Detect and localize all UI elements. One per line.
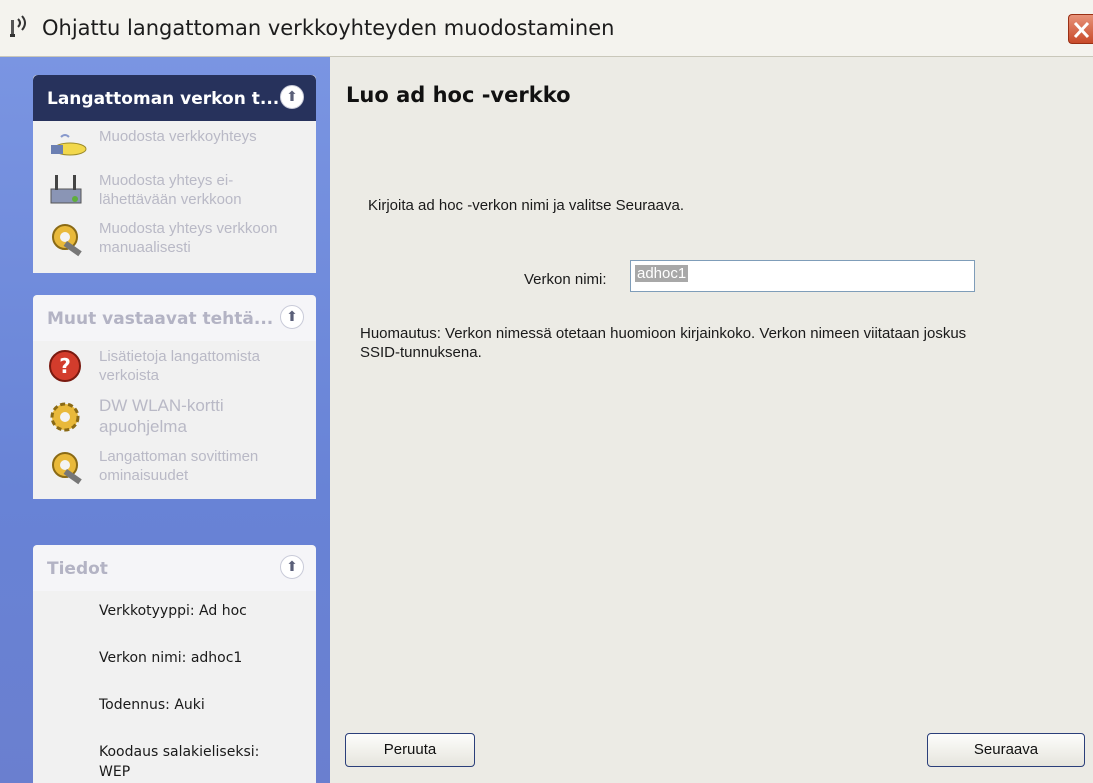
task-connect-manually[interactable]: Muodosta yhteys verkkoon manuaalisesti xyxy=(33,213,316,261)
chevron-up-icon[interactable]: ⬆ xyxy=(280,555,304,579)
task-wireless-help[interactable]: ? Lisätietoja langattomista verkoista xyxy=(33,341,316,389)
network-name-value: adhoc1 xyxy=(635,265,689,282)
detail-authentication: Todennus: Auki xyxy=(99,697,205,713)
title-bar: Ohjattu langattoman verkkoyhteyden muodo… xyxy=(0,0,1093,57)
gear-icon xyxy=(50,402,80,432)
detail-network-type: Verkkotyyppi: Ad hoc xyxy=(99,603,247,619)
task-connect-network[interactable]: Muodosta verkkoyhteys xyxy=(33,121,316,165)
task-sidebar: Langattoman verkon t... ⬆ Muodosta verkk… xyxy=(0,57,330,783)
gear-wrench-icon xyxy=(52,452,82,485)
instruction-text: Kirjoita ad hoc -verkon nimi ja valitse … xyxy=(368,197,684,214)
network-connect-icon xyxy=(51,134,87,156)
network-tasks-panel: Langattoman verkon t... ⬆ Muodosta verkk… xyxy=(33,75,316,273)
network-tasks-header[interactable]: Langattoman verkon t... ⬆ xyxy=(33,75,316,121)
task-label: DW WLAN-kortti apuohjelma xyxy=(99,396,224,436)
details-title: Tiedot xyxy=(47,559,108,579)
chevron-up-icon[interactable]: ⬆ xyxy=(280,305,304,329)
network-name-input[interactable]: adhoc1 xyxy=(630,260,975,292)
task-wlan-utility[interactable]: DW WLAN-kortti apuohjelma xyxy=(33,389,316,441)
detail-encryption: Koodaus salakieliseksi: WEP xyxy=(99,744,260,780)
task-label: Lisätietoja langattomista verkoista xyxy=(99,348,260,384)
related-tasks-title: Muut vastaavat tehtä... xyxy=(47,309,274,329)
details-header[interactable]: Tiedot ⬆ xyxy=(33,545,316,591)
case-sensitivity-note: Huomautus: Verkon nimessä otetaan huomio… xyxy=(360,325,967,361)
task-adapter-properties[interactable]: Langattoman sovittimen ominaisuudet xyxy=(33,441,316,489)
router-icon xyxy=(50,175,82,204)
network-tasks-title: Langattoman verkon t... xyxy=(47,89,280,109)
gear-wrench-icon xyxy=(52,224,82,257)
task-label: Muodosta yhteys verkkoon manuaalisesti xyxy=(99,220,278,256)
details-panel: Tiedot ⬆ Verkkotyyppi: Ad hoc Verkon nim… xyxy=(33,545,316,783)
related-tasks-panel: Muut vastaavat tehtä... ⬆ ? Lisätietoja … xyxy=(33,295,316,499)
detail-network-name: Verkon nimi: adhoc1 xyxy=(99,650,243,666)
page-title: Luo ad hoc -verkko xyxy=(346,83,571,107)
chevron-up-icon[interactable]: ⬆ xyxy=(280,85,304,109)
svg-text:?: ? xyxy=(59,354,71,378)
window-title: Ohjattu langattoman verkkoyhteyden muodo… xyxy=(42,16,615,40)
related-tasks-header[interactable]: Muut vastaavat tehtä... ⬆ xyxy=(33,295,316,341)
help-icon: ? xyxy=(49,350,81,382)
next-button[interactable]: Seuraava xyxy=(927,733,1085,767)
cancel-button[interactable]: Peruuta xyxy=(345,733,475,767)
network-name-label: Verkon nimi: xyxy=(524,271,607,288)
task-label: Langattoman sovittimen ominaisuudet xyxy=(99,448,259,484)
close-icon[interactable] xyxy=(1068,14,1093,44)
task-label: Muodosta verkkoyhteys xyxy=(99,128,257,145)
task-label: Muodosta yhteys ei-lähettävään verkkoon xyxy=(99,172,242,208)
wizard-content: Luo ad hoc -verkko Kirjoita ad hoc -verk… xyxy=(330,57,1093,783)
wireless-antenna-icon xyxy=(10,15,26,37)
task-connect-hidden-network[interactable]: Muodosta yhteys ei-lähettävään verkkoon xyxy=(33,165,316,213)
